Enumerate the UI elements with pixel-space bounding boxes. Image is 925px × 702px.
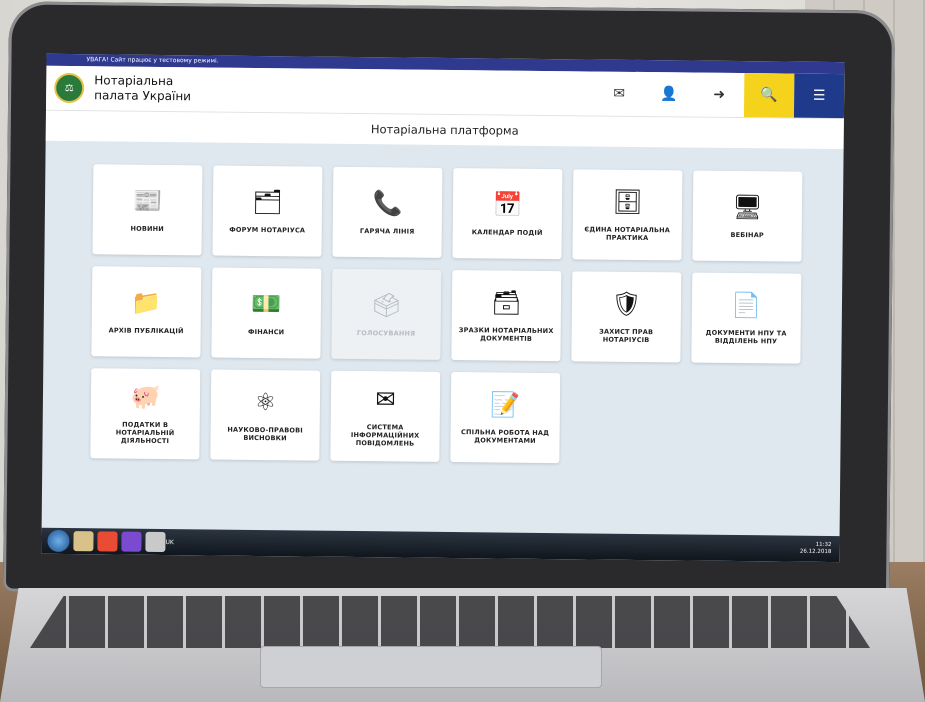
tile-label: ФОРУМ НОТАРІУСА xyxy=(229,225,306,235)
brand-title[interactable]: Нотаріальна палата України xyxy=(94,73,204,104)
language-indicator[interactable]: UK xyxy=(165,539,173,546)
tile-calendar[interactable]: 📅 КАЛЕНДАР ПОДІЙ xyxy=(452,168,563,260)
service-grid: 📰 НОВИНИ 🗂 ФОРУМ НОТАРІУСА 📞 ГАРЯЧА ЛІНІЯ 📅 КАЛ… xyxy=(90,164,813,478)
logout-icon[interactable]: ➜ xyxy=(694,73,744,118)
brand-line1: Нотаріальна xyxy=(94,73,174,89)
notepad-icon[interactable] xyxy=(145,531,166,553)
tile-label: ПОДАТКИ В НОТАРІАЛЬНІЙ ДІЯЛЬНОСТІ xyxy=(115,420,175,446)
menu-icon[interactable]: ☰ xyxy=(793,73,845,119)
tile-inbox[interactable]: 🗃 ЗРАЗКИ НОТАРІАЛЬНИХ ДОКУМЕНТІВ xyxy=(451,270,562,362)
tile-piggy-bank[interactable]: 🐖 ПОДАТКИ В НОТАРІАЛЬНІЙ ДІЯЛЬНОСТІ xyxy=(90,368,201,460)
tile-document[interactable]: 📄 ДОКУМЕНТИ НПУ ТА ВІДДІЛЕНЬ НПУ xyxy=(691,272,802,364)
tile-row: 📁 АРХІВ ПУБЛІКАЦІЙ 💵 ФІНАНСИ 🗳 ГОЛОСУВАННЯ 🗃 ЗР… xyxy=(91,266,812,364)
tile-edit-document[interactable]: 📝 СПІЛЬНА РОБОТА НАД ДОКУМЕНТАМИ xyxy=(450,372,561,464)
tile-label: ГАРЯЧА ЛІНІЯ xyxy=(359,227,415,236)
tile-atom[interactable]: ⚛ НАУКОВО-ПРАВОВІ ВИСНОВКИ xyxy=(210,369,321,461)
laptop-keyboard xyxy=(30,596,870,648)
shield-icon: 🛡 xyxy=(611,289,642,319)
tile-forum[interactable]: 🗂 ФОРУМ НОТАРІУСА xyxy=(212,165,323,257)
laptop-trackpad xyxy=(260,646,602,688)
envelope-info-icon: ✉ xyxy=(375,385,396,414)
tile-phone[interactable]: 📞 ГАРЯЧА ЛІНІЯ xyxy=(332,166,443,258)
tile-label: НОВИНИ xyxy=(130,224,164,234)
brand-line2: палата України xyxy=(94,88,192,104)
laptop-lid: УВАГА! Сайт працює у тестовому режимі. ⚖… xyxy=(2,1,896,601)
tile-ballot: 🗳 ГОЛОСУВАННЯ xyxy=(331,268,442,360)
header-spacer xyxy=(204,89,594,93)
folder-icon: 📁 xyxy=(131,288,162,317)
webinar-icon: 🖥 xyxy=(732,192,763,222)
logo-emblem[interactable]: ⚖ xyxy=(54,72,85,104)
ballot-icon: 🗳 xyxy=(371,291,402,320)
clock-date: 26.12.2018 xyxy=(799,548,832,556)
forum-icon: 🗂 xyxy=(252,187,283,217)
newspaper-icon: 📰 xyxy=(132,186,163,215)
tile-newspaper[interactable]: 📰 НОВИНИ xyxy=(92,164,203,256)
piggy-bank-icon: 🐖 xyxy=(130,382,161,411)
tile-envelope-info[interactable]: ✉ СИСТЕМА ІНФОРМАЦІЙНИХ ПОВІДОМЛЕНЬ xyxy=(330,370,441,462)
tile-label: ЗАХИСТ ПРАВ НОТАРІУСІВ xyxy=(599,327,654,345)
document-icon: 📄 xyxy=(731,290,762,320)
windows-taskbar: UK 11:32 26.12.2018 xyxy=(41,527,840,563)
laptop-screen: УВАГА! Сайт працює у тестовому режимі. ⚖… xyxy=(41,53,845,563)
start-button[interactable] xyxy=(47,529,70,553)
atom-icon: ⚛ xyxy=(254,387,277,417)
tile-shield[interactable]: 🛡 ЗАХИСТ ПРАВ НОТАРІУСІВ xyxy=(571,271,682,363)
tile-label: СПІЛЬНА РОБОТА НАД ДОКУМЕНТАМИ xyxy=(461,428,550,445)
tile-row: 🐖 ПОДАТКИ В НОТАРІАЛЬНІЙ ДІЯЛЬНОСТІ ⚛ НАУКО… xyxy=(90,368,811,466)
tile-webinar[interactable]: 🖥 ВЕБІНАР xyxy=(692,170,803,262)
tile-money[interactable]: 💵 ФІНАНСИ xyxy=(211,267,322,359)
tile-label: ГОЛОСУВАННЯ xyxy=(356,329,416,338)
tile-label: ДОКУМЕНТИ НПУ ТА ВІДДІЛЕНЬ НПУ xyxy=(705,328,787,346)
phone-icon: 📞 xyxy=(372,189,403,218)
tile-label: НАУКОВО-ПРАВОВІ ВИСНОВКИ xyxy=(227,425,303,443)
chrome-icon[interactable] xyxy=(97,531,118,552)
calendar-icon: 📅 xyxy=(492,190,523,219)
edit-document-icon: 📝 xyxy=(490,390,521,419)
tile-database[interactable]: 🗄 ЄДИНА НОТАРІАЛЬНА ПРАКТИКА xyxy=(572,169,683,261)
mail-icon[interactable]: ✉ xyxy=(594,72,644,117)
tile-row: 📰 НОВИНИ 🗂 ФОРУМ НОТАРІУСА 📞 ГАРЯЧА ЛІНІЯ 📅 КАЛ… xyxy=(92,164,813,262)
tile-label: СИСТЕМА ІНФОРМАЦІЙНИХ ПОВІДОМЛЕНЬ xyxy=(350,423,420,448)
tile-label: ВЕБІНАР xyxy=(730,230,764,240)
database-icon: 🗄 xyxy=(612,187,643,217)
search-icon[interactable]: 🔍 xyxy=(743,73,795,118)
tile-label: ЗРАЗКИ НОТАРІАЛЬНИХ ДОКУМЕНТІВ xyxy=(458,326,554,343)
tile-label: АРХІВ ПУБЛІКАЦІЙ xyxy=(108,326,184,336)
system-clock[interactable]: 11:32 26.12.2018 xyxy=(800,542,832,556)
money-icon: 💵 xyxy=(251,289,282,319)
user-icon[interactable]: 👤 xyxy=(644,72,694,117)
inbox-icon: 🗃 xyxy=(491,288,522,317)
explorer-icon[interactable] xyxy=(73,531,94,552)
tile-label: ФІНАНСИ xyxy=(247,327,285,337)
tile-label: ЄДИНА НОТАРІАЛЬНА ПРАКТИКА xyxy=(584,225,671,243)
tile-folder[interactable]: 📁 АРХІВ ПУБЛІКАЦІЙ xyxy=(91,266,202,358)
tile-label: КАЛЕНДАР ПОДІЙ xyxy=(471,228,543,237)
viber-icon[interactable] xyxy=(121,531,142,552)
